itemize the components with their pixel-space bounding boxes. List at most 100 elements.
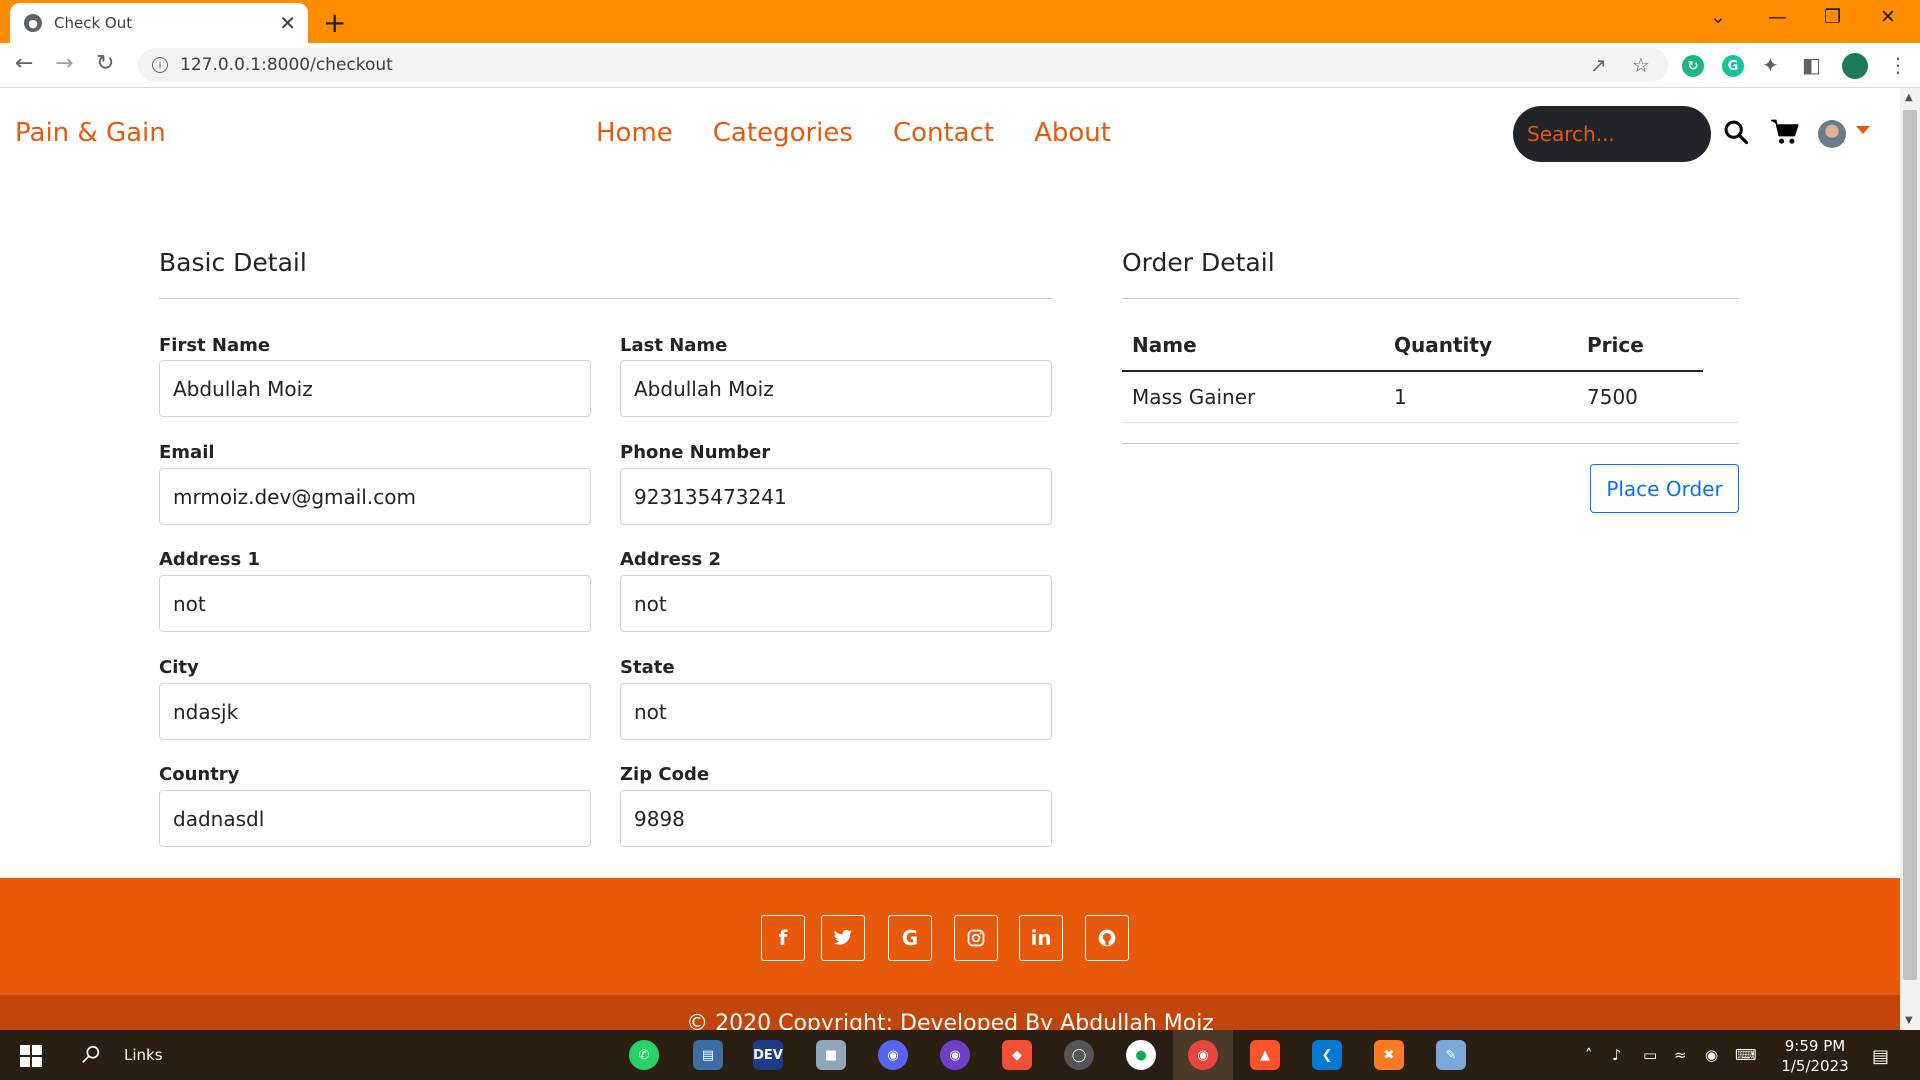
- back-icon[interactable]: ←: [15, 51, 33, 76]
- reload-icon[interactable]: ↻: [96, 51, 114, 76]
- search-box: [1513, 106, 1711, 162]
- row-border: [1122, 422, 1739, 423]
- address2-field[interactable]: [620, 575, 1052, 632]
- first-name-label: First Name: [159, 335, 271, 356]
- extensions-puzzle-icon[interactable]: ✦: [1762, 53, 1779, 77]
- city-label: City: [159, 657, 199, 678]
- state-field[interactable]: [620, 683, 1052, 740]
- google-icon[interactable]: G: [888, 915, 932, 961]
- zip-field[interactable]: [620, 790, 1052, 847]
- address1-label: Address 1: [159, 549, 261, 570]
- facebook-icon[interactable]: f: [761, 915, 805, 961]
- grammarly-icon[interactable]: G: [1722, 55, 1744, 77]
- restore-icon[interactable]: ❐: [1824, 6, 1841, 28]
- bookmark-star-icon[interactable]: ☆: [1632, 53, 1650, 77]
- new-tab-icon[interactable]: +: [323, 6, 346, 39]
- scroll-up-icon[interactable]: ▲: [1905, 92, 1913, 103]
- paint-icon[interactable]: ✎: [1436, 1040, 1466, 1070]
- phone-label: Phone Number: [620, 442, 771, 463]
- country-label: Country: [159, 764, 240, 785]
- address-bar: ← → ↻ i 127.0.0.1:8000/checkout ↗ ☆ ↻ G …: [0, 43, 1920, 88]
- keyboard-icon[interactable]: ⌨: [1735, 1046, 1757, 1064]
- volume-icon[interactable]: ♪: [1612, 1046, 1622, 1064]
- tab-search-icon[interactable]: ⌄: [1710, 6, 1726, 28]
- whatsapp-icon[interactable]: ✆: [629, 1040, 659, 1070]
- close-tab-icon[interactable]: ✕: [279, 11, 296, 35]
- virtualbox-icon[interactable]: ■: [816, 1040, 846, 1070]
- checkout-page: Pain & Gain Home Categories Contact Abou…: [0, 88, 1900, 1030]
- site-info-icon[interactable]: i: [152, 57, 168, 73]
- nav-link-home[interactable]: Home: [596, 118, 673, 148]
- discord-icon[interactable]: ◉: [878, 1040, 908, 1070]
- taskbar-links-label[interactable]: Links: [124, 1046, 163, 1064]
- window-close-icon[interactable]: ✕: [1880, 6, 1896, 28]
- mongodb-icon[interactable]: ●: [1126, 1040, 1156, 1070]
- search-icon[interactable]: [1722, 118, 1750, 146]
- git-icon[interactable]: ◆: [1002, 1040, 1032, 1070]
- webcam-icon[interactable]: ◉: [1705, 1046, 1718, 1064]
- phone-field[interactable]: [620, 468, 1052, 525]
- vscode-icon[interactable]: ❮: [1312, 1040, 1342, 1070]
- xampp-icon[interactable]: ✖: [1374, 1040, 1404, 1070]
- share-icon[interactable]: ↗: [1590, 53, 1607, 77]
- scroll-down-icon[interactable]: ▼: [1905, 1015, 1913, 1026]
- cart-icon[interactable]: [1770, 118, 1800, 146]
- last-name-field[interactable]: [620, 360, 1052, 417]
- country-field[interactable]: [159, 790, 591, 847]
- city-field[interactable]: [159, 683, 591, 740]
- github-icon[interactable]: [1085, 915, 1129, 961]
- caret-down-icon[interactable]: [1856, 126, 1870, 134]
- battery-icon[interactable]: ▭: [1643, 1046, 1657, 1064]
- github-desktop-icon[interactable]: ◉: [940, 1040, 970, 1070]
- last-name-label: Last Name: [620, 335, 728, 356]
- minimize-icon[interactable]: —: [1768, 6, 1787, 28]
- first-name-field[interactable]: [159, 360, 591, 417]
- place-order-button[interactable]: Place Order: [1590, 464, 1739, 513]
- zip-label: Zip Code: [620, 764, 710, 785]
- wifi-icon[interactable]: ≈: [1674, 1046, 1687, 1064]
- side-panel-icon[interactable]: ◧: [1802, 53, 1821, 77]
- copyright-bar: © 2020 Copyright: Developed By Abdullah …: [0, 995, 1900, 1030]
- forward-icon[interactable]: →: [55, 51, 73, 76]
- nav-link-contact[interactable]: Contact: [893, 118, 994, 148]
- order-detail-title: Order Detail: [1122, 248, 1275, 277]
- linkedin-icon[interactable]: in: [1019, 915, 1063, 961]
- site-navbar: Pain & Gain Home Categories Contact Abou…: [0, 88, 1900, 178]
- state-label: State: [620, 657, 675, 678]
- notifications-icon[interactable]: ▤: [1872, 1046, 1889, 1067]
- divider: [1122, 443, 1739, 444]
- taskbar-clock[interactable]: 9:59 PM 1/5/2023: [1770, 1036, 1860, 1076]
- file-explorer-icon[interactable]: ▤: [693, 1040, 723, 1070]
- scrollbar-thumb[interactable]: [1903, 110, 1917, 980]
- chrome-menu-icon[interactable]: ⋮: [1888, 53, 1908, 77]
- windows-start-icon[interactable]: [20, 1045, 42, 1067]
- cell-price: 7500: [1587, 385, 1638, 409]
- divider: [159, 298, 1052, 299]
- nav-link-categories[interactable]: Categories: [713, 118, 853, 148]
- profile-avatar-icon[interactable]: [1842, 53, 1868, 79]
- extension-refresh-icon[interactable]: ↻: [1682, 55, 1704, 77]
- twitter-icon[interactable]: [821, 915, 865, 961]
- search-input[interactable]: [1527, 122, 1697, 146]
- url-field[interactable]: i 127.0.0.1:8000/checkout: [138, 48, 1668, 82]
- nav-links: Home Categories Contact About: [596, 118, 1111, 148]
- table-header-border: [1122, 370, 1703, 372]
- devcpp-icon[interactable]: DEV: [753, 1040, 783, 1070]
- page-scrollbar[interactable]: ▲ ▼: [1900, 88, 1920, 1030]
- instagram-icon[interactable]: [954, 915, 998, 961]
- tray-expand-icon[interactable]: ˄: [1585, 1046, 1593, 1064]
- obs-icon[interactable]: ◯: [1064, 1040, 1094, 1070]
- brand-logo[interactable]: Pain & Gain: [15, 118, 166, 148]
- user-avatar[interactable]: [1818, 120, 1846, 148]
- browser-tab[interactable]: ● Check Out ✕: [10, 3, 308, 43]
- chrome-icon[interactable]: ◉: [1188, 1040, 1218, 1070]
- windows-taskbar: Links ✆ ▤ DEV ■ ◉ ◉ ◆ ◯ ● ◉ ▲ ❮ ✖ ✎ ˄ ♪ …: [0, 1030, 1920, 1080]
- divider: [1122, 298, 1739, 299]
- address1-field[interactable]: [159, 575, 591, 632]
- taskbar-search-icon[interactable]: [80, 1044, 102, 1066]
- nav-link-about[interactable]: About: [1034, 118, 1111, 148]
- email-label: Email: [159, 442, 215, 463]
- brave-icon[interactable]: ▲: [1250, 1040, 1280, 1070]
- copyright-text: © 2020 Copyright: Developed By Abdullah …: [686, 1011, 1214, 1030]
- email-field[interactable]: [159, 468, 591, 525]
